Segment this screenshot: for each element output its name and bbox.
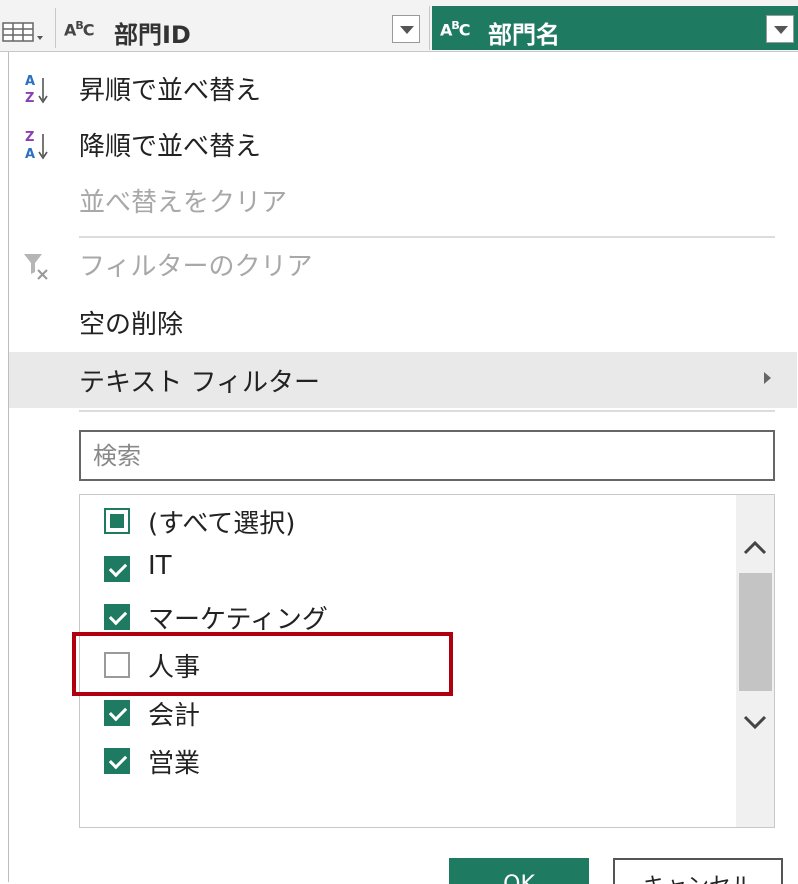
list-item[interactable]: 人事 [80, 641, 730, 689]
chevron-down-icon[interactable] [742, 709, 768, 735]
table-menu-button[interactable] [0, 8, 56, 48]
svg-text:A: A [25, 74, 35, 89]
menu-item-clear-sort: 並べ替えをクリア [9, 172, 797, 224]
menu-item-remove-empty[interactable]: 空の削除 [9, 294, 797, 346]
search-box[interactable] [79, 430, 775, 481]
scrollbar-thumb[interactable] [739, 573, 772, 691]
filter-dropdown-panel: A Z 昇順で並べ替え Z A 降順で並べ替え 並べ替えをクリア フィルターのク… [8, 52, 797, 884]
column-header-dept-id[interactable]: ABC 部門ID [56, 6, 430, 50]
sort-ascending-icon: A Z [25, 74, 48, 106]
column-title: 部門ID [114, 21, 191, 49]
clear-filter-icon [24, 254, 48, 280]
list-item[interactable]: (すべて選択) [80, 497, 730, 545]
table-icon [2, 22, 43, 42]
vertical-scrollbar[interactable] [736, 495, 774, 827]
filter-dropdown-button[interactable] [766, 15, 794, 43]
text-type-icon: ABC [440, 19, 471, 40]
menu-item-label: 昇順で並べ替え [79, 76, 262, 106]
cancel-button[interactable]: キャンセル [613, 858, 783, 884]
chevron-up-icon[interactable] [742, 535, 768, 561]
list-item[interactable]: 営業 [80, 737, 730, 785]
list-item-label: IT [148, 551, 172, 581]
checkbox[interactable] [104, 556, 130, 582]
list-item-label: (すべて選択) [148, 509, 296, 539]
menu-item-sort-ascending[interactable]: A Z 昇順で並べ替え [9, 60, 797, 112]
column-title: 部門名 [488, 21, 560, 49]
list-item-label: 営業 [148, 749, 201, 779]
menu-item-label: 降順で並べ替え [79, 132, 262, 162]
ok-button[interactable]: OK [449, 858, 589, 884]
list-item-label: マーケティング [148, 605, 328, 635]
column-header-dept-name[interactable]: ABC 部門名 [432, 6, 798, 50]
value-list: (すべて選択) IT マーケティング 人事会計営業 [79, 494, 775, 828]
list-item-label: 人事 [148, 653, 201, 683]
menu-item-text-filters[interactable]: テキスト フィルター [9, 352, 797, 408]
search-input[interactable] [81, 432, 773, 479]
list-item[interactable]: IT [80, 545, 730, 593]
list-item-label: 会計 [148, 701, 201, 731]
menu-item-label: テキスト フィルター [79, 368, 320, 398]
checkbox[interactable] [104, 604, 130, 630]
filter-dropdown-button[interactable] [392, 15, 420, 43]
menu-item-sort-descending[interactable]: Z A 降順で並べ替え [9, 116, 797, 168]
checkbox[interactable] [104, 748, 130, 774]
menu-item-clear-filter: フィルターのクリア [9, 236, 797, 288]
submenu-arrow-icon [764, 372, 771, 384]
menu-item-label: 空の削除 [79, 310, 184, 340]
checkbox[interactable] [104, 508, 130, 534]
checkbox[interactable] [104, 700, 130, 726]
svg-text:A: A [25, 147, 35, 162]
svg-text:Z: Z [25, 130, 34, 145]
menu-divider [79, 410, 775, 412]
column-header-bar: ABC 部門ID ABC 部門名 [0, 0, 798, 52]
menu-item-label: 並べ替えをクリア [79, 188, 288, 218]
menu-item-label: フィルターのクリア [79, 252, 313, 282]
checkbox[interactable] [104, 652, 130, 678]
sort-descending-icon: Z A [25, 130, 48, 162]
list-item[interactable]: マーケティング [80, 593, 730, 641]
text-type-icon: ABC [64, 19, 95, 40]
list-item[interactable]: 会計 [80, 689, 730, 737]
svg-text:Z: Z [25, 91, 34, 106]
